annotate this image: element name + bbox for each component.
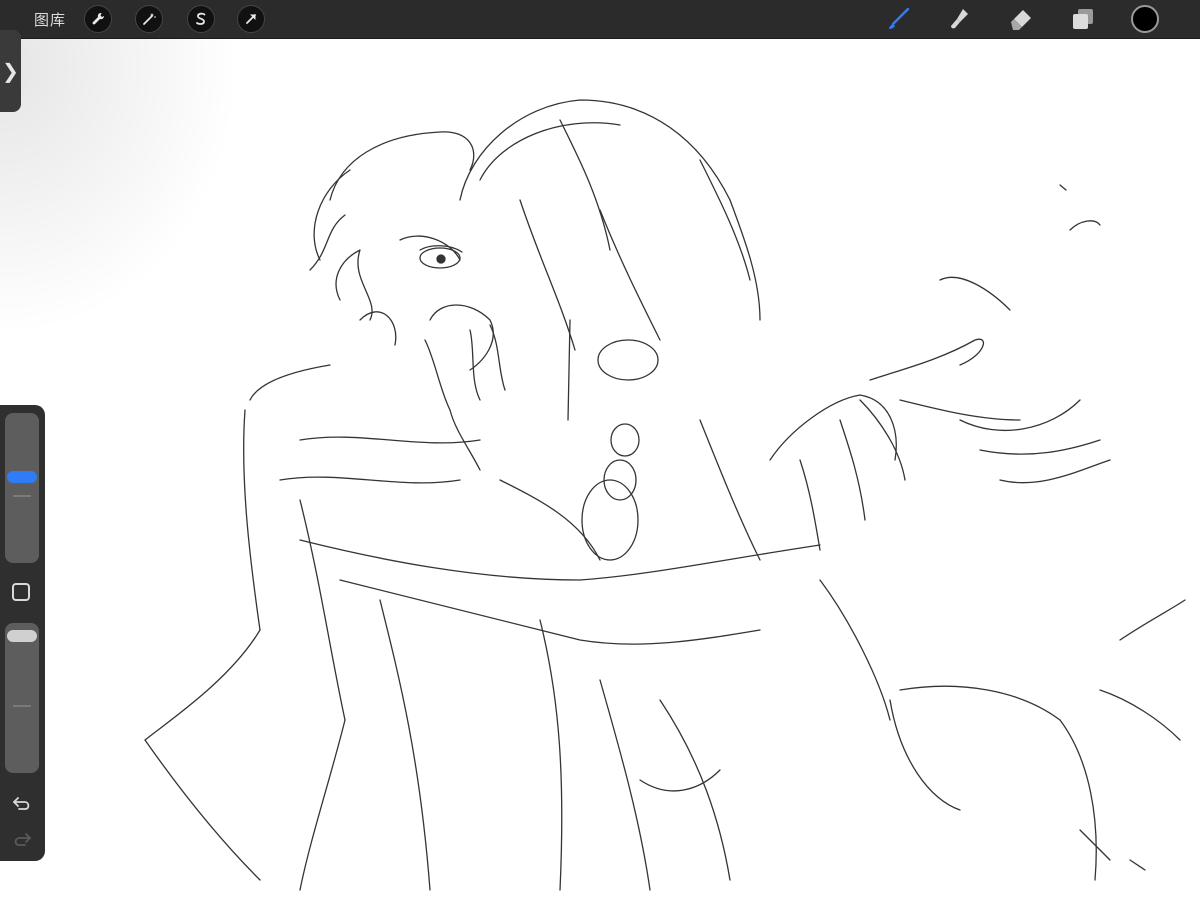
layers-button[interactable] bbox=[1068, 4, 1098, 34]
eraser-tool-button[interactable] bbox=[1007, 4, 1037, 34]
gallery-button[interactable]: 图库 bbox=[34, 9, 66, 30]
color-picker-button[interactable] bbox=[1131, 5, 1159, 33]
opacity-slider[interactable] bbox=[5, 623, 39, 773]
opacity-thumb[interactable] bbox=[7, 630, 37, 642]
brush-size-slider[interactable] bbox=[5, 413, 39, 563]
redo-icon bbox=[14, 833, 31, 846]
arrow-cursor-icon bbox=[246, 14, 256, 24]
smudge-tool-button[interactable] bbox=[945, 4, 975, 34]
smudge-icon bbox=[951, 9, 968, 29]
undo-icon bbox=[13, 797, 30, 810]
modify-button[interactable] bbox=[12, 583, 30, 601]
redo-button[interactable] bbox=[10, 829, 34, 849]
brush-size-thumb[interactable] bbox=[7, 471, 37, 483]
layers-icon bbox=[1073, 9, 1093, 29]
selection-s-icon bbox=[196, 12, 206, 25]
slider-tick bbox=[13, 495, 31, 497]
adjustments-button[interactable] bbox=[135, 5, 163, 33]
slider-tick bbox=[13, 705, 31, 707]
eraser-icon bbox=[1011, 10, 1031, 30]
chevron-right-icon: ❯ bbox=[2, 59, 19, 83]
top-toolbar: 图库 bbox=[0, 0, 1200, 39]
actions-button[interactable] bbox=[84, 5, 112, 33]
left-sidebar bbox=[0, 405, 45, 861]
undo-button[interactable] bbox=[10, 793, 34, 813]
sidebar-collapse-toggle[interactable]: ❯ bbox=[0, 30, 21, 112]
transform-button[interactable] bbox=[237, 5, 265, 33]
brush-tool-button[interactable] bbox=[884, 4, 914, 34]
brush-icon bbox=[889, 7, 910, 29]
magic-wand-icon bbox=[143, 13, 156, 25]
sketch-artwork bbox=[144, 99, 1186, 891]
wrench-icon bbox=[92, 12, 105, 25]
selection-button[interactable] bbox=[187, 5, 215, 33]
